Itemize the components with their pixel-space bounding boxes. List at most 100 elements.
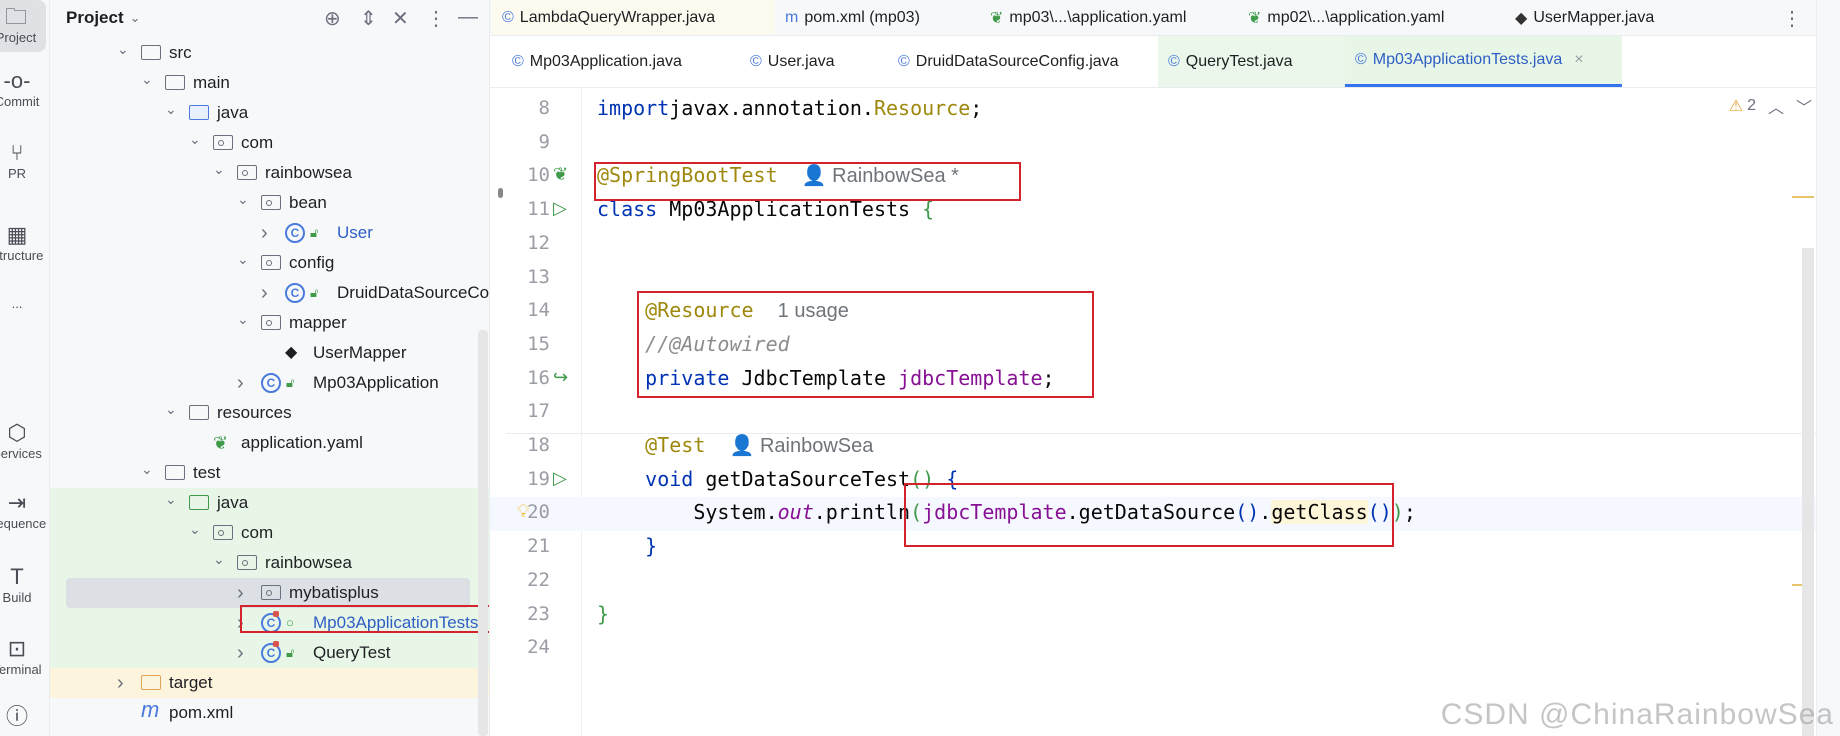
- tab-label: QueryTest.java: [1185, 52, 1293, 70]
- tool-pr-button[interactable]: ⑂ PR: [0, 136, 48, 184]
- tab-user-java[interactable]: © User.java: [740, 36, 880, 87]
- chevron-right-icon[interactable]: ›: [237, 578, 244, 608]
- tree-item-test[interactable]: ⌄ test: [50, 458, 489, 488]
- tab-pom-xml-mp03-[interactable]: m pom.xml (mp03): [775, 0, 975, 35]
- chevron-down-icon[interactable]: ⌄: [117, 34, 129, 64]
- project-panel-header[interactable]: Project ⌄: [50, 0, 489, 36]
- chevron-down-icon[interactable]: ﹀: [1796, 94, 1812, 118]
- tool-structure-button[interactable]: ▦Structure: [0, 218, 48, 266]
- tool-sequence-button[interactable]: ⇥Sequence: [0, 486, 48, 534]
- tool-services-button[interactable]: ⬡Services: [0, 416, 48, 464]
- tree-item-config[interactable]: ⌄ config: [50, 248, 489, 278]
- tab-mp02-application-yaml[interactable]: ❦ mp02\...\application.yaml: [1238, 0, 1503, 35]
- chevron-right-icon[interactable]: ›: [237, 368, 244, 398]
- sequence-icon: ⇥: [7, 490, 27, 515]
- tool-terminal-button[interactable]: ⊡Terminal: [0, 632, 48, 680]
- collapse-all-icon[interactable]: ✕: [392, 6, 409, 31]
- tree-item-querytest[interactable]: › C 🔓︎ QueryTest: [50, 638, 489, 668]
- tool-label: Structure: [0, 248, 44, 263]
- tree-item-src[interactable]: ⌄ src: [50, 38, 489, 68]
- more-options-icon[interactable]: ⋮: [426, 6, 446, 31]
- code-editor[interactable]: 8 importjavax.annotation.Resource; 9 10 @Spr…: [490, 88, 1816, 736]
- tree-item-java[interactable]: ⌄ java: [50, 98, 489, 128]
- chevron-down-icon[interactable]: ⌄: [213, 544, 225, 574]
- tree-item-usermapper[interactable]: ◆ UserMapper: [50, 338, 489, 368]
- inspection-widget[interactable]: ⚠ 2 ︿ ﹀: [1729, 94, 1812, 118]
- tree-item-mapper[interactable]: ⌄ mapper: [50, 308, 489, 338]
- lightbulb-icon[interactable]: 💡︎: [517, 501, 530, 522]
- chevron-down-icon[interactable]: ⌄: [165, 94, 177, 124]
- tree-item-com[interactable]: ⌄ com: [50, 128, 489, 158]
- tree-item-target[interactable]: › target: [50, 668, 489, 698]
- run-test-icon[interactable]: ▷: [553, 468, 567, 489]
- chevron-down-icon[interactable]: ⌄: [141, 64, 153, 94]
- tool--button[interactable]: ...: [0, 292, 48, 340]
- tree-item-user[interactable]: › C 🔓︎ User: [50, 218, 489, 248]
- package-icon: [237, 165, 257, 180]
- code-token: import: [597, 96, 670, 120]
- tab-mp03applicationtests-java[interactable]: © Mp03ApplicationTests.java ×: [1345, 36, 1622, 87]
- chevron-right-icon[interactable]: ›: [117, 668, 124, 698]
- tool-commit-button[interactable]: -o-Commit: [0, 64, 48, 112]
- code-token: ;: [970, 96, 983, 120]
- chevron-up-icon[interactable]: ︿: [1768, 94, 1784, 118]
- tab-lambdaquerywrapper-java[interactable]: © LambdaQueryWrapper.java: [492, 0, 775, 35]
- chevron-down-icon[interactable]: ⌄: [213, 154, 225, 184]
- selection-box: [240, 605, 489, 633]
- tree-item-main[interactable]: ⌄ main: [50, 68, 489, 98]
- tree-item-java[interactable]: ⌄ java: [50, 488, 489, 518]
- chevron-down-icon[interactable]: ⌄: [237, 184, 249, 214]
- code-token: .println: [813, 500, 911, 525]
- code-line[interactable]: importjavax.annotation.Resource;: [597, 96, 982, 120]
- tree-item-bean[interactable]: ⌄ bean: [50, 188, 489, 218]
- line-number: 18: [527, 434, 550, 456]
- spring-bean-icon[interactable]: ❦: [553, 164, 568, 185]
- tab-mp03application-java[interactable]: © Mp03Application.java: [502, 36, 732, 87]
- locate-icon[interactable]: ⊕: [324, 6, 341, 31]
- test-class-icon: ©: [1168, 52, 1180, 70]
- tree-item-rainbowsea[interactable]: ⌄ rainbowsea: [50, 548, 489, 578]
- tree-item-label: java: [217, 493, 249, 512]
- package-icon: [261, 255, 281, 270]
- problems-icon: ⓘ: [5, 704, 28, 729]
- minimize-icon[interactable]: —: [458, 6, 478, 29]
- code-line[interactable]: }: [597, 602, 609, 626]
- tab-mp03-application-yaml[interactable]: ❦ mp03\...\application.yaml: [980, 0, 1235, 35]
- tab-druiddatasourceconfig-java[interactable]: © DruidDataSourceConfig.java: [888, 36, 1158, 87]
- expand-all-icon[interactable]: ⇕: [360, 6, 377, 31]
- tree-item-mp03application[interactable]: › C 🔓︎ Mp03Application: [50, 368, 489, 398]
- warning-marker[interactable]: [1792, 196, 1814, 198]
- tree-item-mybatisplus[interactable]: › mybatisplus: [50, 578, 489, 608]
- tree-item-resources[interactable]: ⌄ resources: [50, 398, 489, 428]
- code-line[interactable]: @Test 👤 RainbowSea: [597, 433, 873, 458]
- code-line[interactable]: }: [597, 534, 657, 558]
- tabs-more-icon[interactable]: ⋮: [1782, 6, 1802, 31]
- tool-problems-button[interactable]: ⓘ: [0, 700, 48, 736]
- scrollbar[interactable]: [1802, 248, 1814, 736]
- chevron-down-icon[interactable]: ⌄: [130, 10, 141, 26]
- chevron-down-icon[interactable]: ⌄: [165, 394, 177, 424]
- tab-querytest-java[interactable]: © QueryTest.java: [1158, 36, 1345, 87]
- tree-item-rainbowsea[interactable]: ⌄ rainbowsea: [50, 158, 489, 188]
- chevron-down-icon[interactable]: ⌄: [165, 484, 177, 514]
- chevron-right-icon[interactable]: ›: [261, 278, 268, 308]
- chevron-down-icon[interactable]: ⌄: [237, 244, 249, 274]
- run-test-icon[interactable]: ▷: [553, 198, 567, 219]
- tree-item-pom.xml[interactable]: m pom.xml: [50, 697, 489, 728]
- tool-label: PR: [7, 166, 27, 181]
- chevron-down-icon[interactable]: ⌄: [237, 304, 249, 334]
- autowired-icon[interactable]: ↪: [553, 367, 568, 388]
- chevron-down-icon[interactable]: ⌄: [189, 514, 201, 544]
- chevron-right-icon[interactable]: ›: [237, 638, 244, 668]
- tree-scrollbar[interactable]: [478, 330, 488, 736]
- tab-usermapper-java[interactable]: ◆ UserMapper.java: [1505, 0, 1705, 35]
- tree-item-druiddatasourceconfig[interactable]: › C 🔓︎ DruidDataSourceConfig: [50, 278, 489, 308]
- tree-item-com[interactable]: ⌄ com: [50, 518, 489, 548]
- chevron-down-icon[interactable]: ⌄: [189, 124, 201, 154]
- chevron-down-icon[interactable]: ⌄: [141, 454, 153, 484]
- tool-project-button[interactable]: 🗀Project: [0, 0, 46, 52]
- tree-item-application.yaml[interactable]: ❦ application.yaml: [50, 428, 489, 458]
- tool-build-button[interactable]: T Build: [0, 560, 48, 608]
- chevron-right-icon[interactable]: ›: [261, 218, 268, 248]
- close-icon[interactable]: ×: [1574, 51, 1583, 69]
